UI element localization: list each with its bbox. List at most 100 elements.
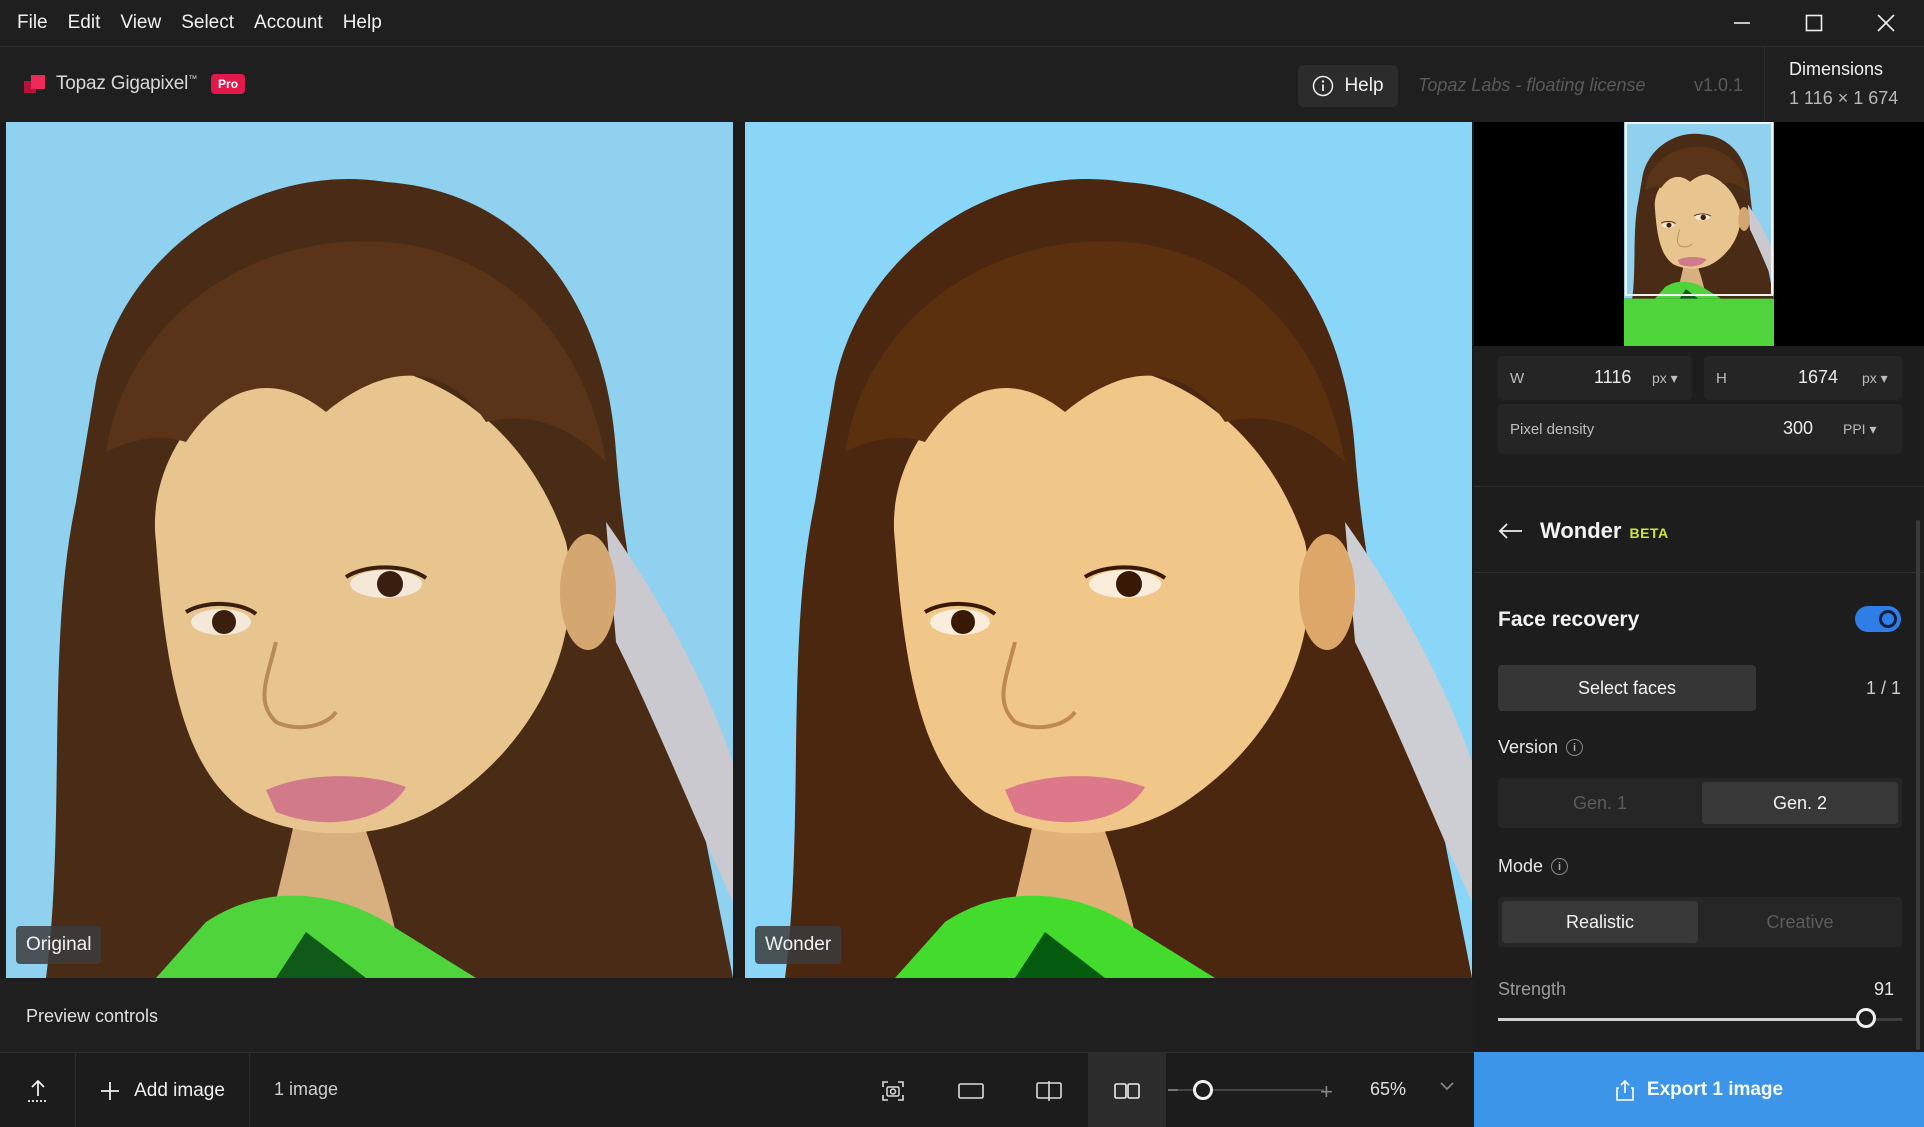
divider	[1474, 572, 1924, 573]
version-gen2-option[interactable]: Gen. 2	[1702, 782, 1898, 824]
close-button[interactable]	[1850, 0, 1922, 46]
info-icon	[1313, 75, 1334, 97]
strength-label: Strength	[1498, 979, 1567, 999]
wonder-image	[745, 122, 1472, 978]
screenshot-button[interactable]	[854, 1053, 932, 1127]
bottom-toolbar: Add image 1 image + 65%	[0, 1052, 1474, 1127]
width-unit[interactable]: px ▾	[1652, 370, 1678, 387]
upload-icon	[27, 1079, 48, 1102]
app-header: Topaz Gigapixel™ Pro Help Topaz Labs - f…	[0, 46, 1924, 123]
pane-divider	[733, 122, 745, 978]
share-icon	[1616, 1079, 1634, 1101]
wonder-label: Wonder	[755, 926, 842, 964]
strength-value: 91	[1874, 979, 1895, 999]
zoom-slider-knob[interactable]	[1193, 1080, 1213, 1100]
single-view-button[interactable]	[932, 1053, 1010, 1127]
help-label: Help	[1344, 75, 1384, 96]
width-value[interactable]: 1116	[1594, 367, 1631, 388]
split-view-icon	[1036, 1080, 1062, 1101]
navigator[interactable]	[1474, 122, 1924, 346]
add-image-button[interactable]: Add image	[76, 1053, 250, 1127]
beta-badge: BETA	[1629, 525, 1669, 541]
single-view-icon	[958, 1082, 984, 1099]
zoom-value[interactable]: 65%	[1370, 1079, 1406, 1100]
original-preview-pane[interactable]: Original	[6, 122, 733, 978]
license-text: Topaz Labs - floating license	[1418, 75, 1646, 95]
menu-bar: File Edit View Select Account Help	[0, 0, 1924, 46]
original-image	[6, 122, 733, 978]
mode-selector: Realistic Creative	[1498, 897, 1902, 947]
minimize-icon	[1734, 22, 1750, 24]
add-image-label: Add image	[134, 1079, 225, 1101]
version-selector: Gen. 1 Gen. 2	[1498, 778, 1902, 828]
menu-edit[interactable]: Edit	[58, 0, 111, 46]
upload-button[interactable]	[0, 1053, 76, 1127]
dimensions-value: 1 116 × 1 674	[1789, 88, 1899, 108]
info-icon[interactable]: i	[1566, 739, 1584, 756]
dimensions-box: Dimensions 1 116 × 1 674	[1764, 47, 1924, 123]
version-gen1-option[interactable]: Gen. 1	[1502, 782, 1698, 824]
plus-icon	[101, 1081, 120, 1100]
height-value[interactable]: 1674	[1798, 367, 1838, 388]
menu-select[interactable]: Select	[171, 0, 244, 46]
app-logo: Topaz Gigapixel™ Pro	[24, 73, 246, 95]
width-label: W	[1510, 370, 1525, 387]
height-field[interactable]: H 1674 px ▾	[1704, 356, 1902, 400]
mode-label: Mode	[1498, 856, 1544, 876]
back-arrow-icon[interactable]	[1498, 521, 1524, 541]
zoom-out-icon[interactable]	[1168, 1089, 1178, 1091]
help-button[interactable]: Help	[1298, 65, 1398, 107]
close-icon	[1877, 14, 1895, 32]
pixel-density-value[interactable]: 300	[1783, 418, 1813, 439]
export-button[interactable]: Export 1 image	[1474, 1052, 1924, 1127]
pro-badge: Pro	[211, 74, 246, 94]
version-label-row: Version i	[1498, 737, 1584, 758]
faces-count: 1 / 1	[1866, 678, 1902, 698]
strength-slider-fill	[1498, 1018, 1866, 1021]
menu-account[interactable]: Account	[244, 0, 333, 46]
image-count: 1 image	[274, 1079, 339, 1099]
export-label: Export 1 image	[1646, 1078, 1784, 1100]
split-view-button[interactable]	[1010, 1053, 1088, 1127]
panel-scrollbar[interactable]	[1916, 520, 1920, 1050]
pixel-density-field[interactable]: Pixel density 300 PPI ▾	[1498, 404, 1902, 454]
settings-panel: W 1116 px ▾ H 1674 px ▾ Pixel density 30…	[1474, 122, 1924, 1052]
original-label: Original	[16, 926, 102, 964]
minimize-button[interactable]	[1706, 0, 1778, 46]
mode-label-row: Mode i	[1498, 856, 1569, 877]
screenshot-icon	[882, 1080, 904, 1101]
wonder-preview-pane[interactable]: Wonder	[745, 122, 1472, 978]
height-unit[interactable]: px ▾	[1862, 370, 1888, 387]
pixel-density-unit[interactable]: PPI ▾	[1843, 421, 1877, 438]
preview-controls[interactable]: Preview controls	[0, 978, 1474, 1052]
app-name: Topaz Gigapixel™	[56, 73, 198, 94]
menu-help[interactable]: Help	[333, 0, 392, 46]
menu-file[interactable]: File	[0, 0, 58, 46]
dimensions-title: Dimensions	[1789, 59, 1884, 79]
chevron-down-icon[interactable]	[1438, 1077, 1456, 1095]
version-label: Version	[1498, 737, 1559, 757]
wonder-header: Wonder BETA	[1498, 518, 1669, 544]
side-by-side-view-button[interactable]	[1088, 1053, 1166, 1127]
strength-slider-knob[interactable]	[1855, 1008, 1876, 1028]
mode-realistic-option[interactable]: Realistic	[1502, 901, 1698, 943]
face-recovery-label: Face recovery	[1498, 608, 1640, 631]
maximize-icon	[1805, 14, 1823, 32]
topaz-logo-icon	[24, 75, 45, 93]
zoom-in-icon[interactable]: +	[1320, 1079, 1333, 1105]
version-text: v1.0.1	[1694, 75, 1744, 95]
maximize-button[interactable]	[1778, 0, 1850, 46]
navigator-viewport-frame[interactable]	[1625, 122, 1773, 296]
side-by-side-icon	[1114, 1082, 1140, 1099]
pixel-density-label: Pixel density	[1510, 421, 1595, 438]
mode-creative-option[interactable]: Creative	[1702, 901, 1898, 943]
select-faces-button[interactable]: Select faces	[1498, 665, 1756, 711]
height-label: H	[1716, 370, 1727, 387]
info-icon[interactable]: i	[1551, 858, 1569, 875]
preview-controls-label: Preview controls	[26, 1006, 159, 1026]
face-recovery-toggle[interactable]	[1855, 606, 1901, 632]
wonder-title: Wonder BETA	[1540, 518, 1669, 543]
divider	[1474, 486, 1924, 487]
width-field[interactable]: W 1116 px ▾	[1498, 356, 1692, 400]
menu-view[interactable]: View	[110, 0, 171, 46]
